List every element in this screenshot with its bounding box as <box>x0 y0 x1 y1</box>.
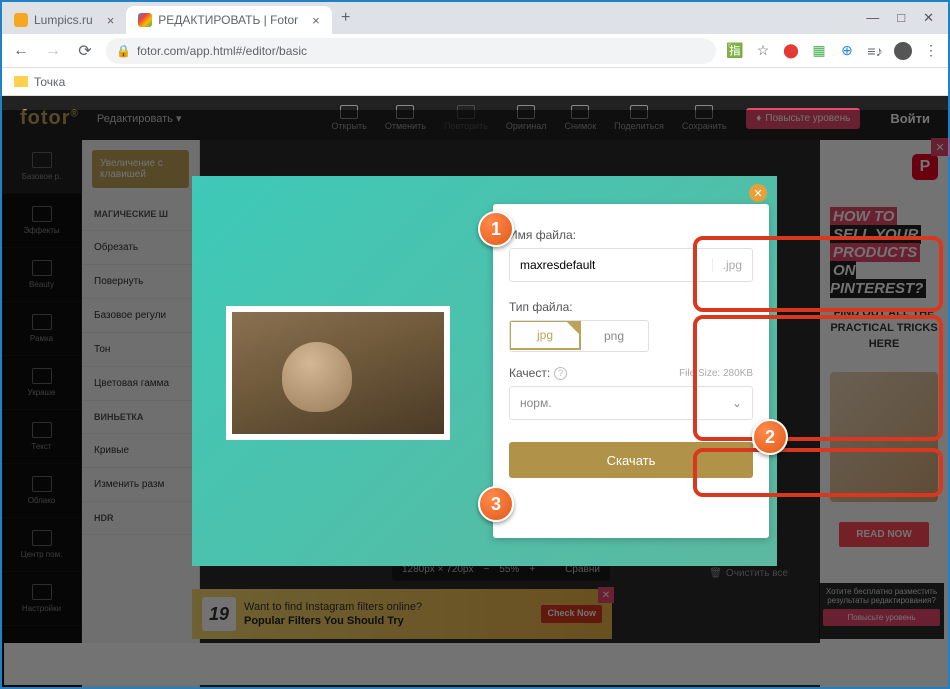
browser-titlebar: Lumpics.ru × РЕДАКТИРОВАТЬ | Fotor × + —… <box>2 2 948 34</box>
profile-avatar[interactable] <box>894 42 912 60</box>
image-preview <box>226 306 450 440</box>
translate-icon[interactable]: 🈯 <box>726 42 744 60</box>
bookmark-item[interactable]: Точка <box>34 75 65 89</box>
bookmark-star-icon[interactable]: ☆ <box>754 42 772 60</box>
extension-icon[interactable]: ⬤ <box>782 42 800 60</box>
file-size-label: File Size: 280KB <box>679 368 753 379</box>
export-panel: Имя файла: maxresdefault .jpg Тип файла:… <box>493 204 769 538</box>
filename-input[interactable]: maxresdefault .jpg <box>509 248 753 282</box>
window-close-icon[interactable]: ✕ <box>923 10 934 26</box>
extension-icon[interactable]: ⊕ <box>838 42 856 60</box>
quality-select[interactable]: норм. ⌄ <box>509 386 753 420</box>
filetype-png[interactable]: png <box>580 321 648 351</box>
filetype-jpg[interactable]: jpg <box>509 320 581 350</box>
modal-overlay: ✕ Имя файла: maxresdefault .jpg Тип файл… <box>2 110 948 687</box>
url-text: fotor.com/app.html#/editor/basic <box>137 44 307 58</box>
tab-title: Lumpics.ru <box>34 13 93 27</box>
nav-forward-icon: → <box>42 42 64 60</box>
tab-title: РЕДАКТИРОВАТЬ | Fotor <box>158 13 298 27</box>
filetype-label: Тип файла: <box>509 300 753 314</box>
filename-ext: .jpg <box>712 258 742 272</box>
chevron-down-icon: ⌄ <box>732 396 742 410</box>
tab-close-icon[interactable]: × <box>312 13 320 28</box>
window-minimize-icon[interactable]: — <box>866 10 879 26</box>
filename-label: Имя файла: <box>509 228 753 242</box>
help-icon[interactable]: ? <box>554 367 567 380</box>
filetype-toggle: jpg png <box>509 320 649 352</box>
tab-favicon <box>14 13 28 27</box>
dialog-close-icon[interactable]: ✕ <box>749 184 767 202</box>
bookmarks-bar: Точка <box>2 68 948 96</box>
window-maximize-icon[interactable]: □ <box>897 10 905 26</box>
export-dialog: ✕ Имя файла: maxresdefault .jpg Тип файл… <box>192 176 777 566</box>
playlist-icon[interactable]: ≡♪ <box>866 42 884 60</box>
extension-icon[interactable]: ▦ <box>810 42 828 60</box>
filename-value: maxresdefault <box>520 258 595 272</box>
menu-icon[interactable]: ⋮ <box>922 42 940 60</box>
folder-icon <box>14 76 28 87</box>
tab-close-icon[interactable]: × <box>107 13 115 28</box>
quality-value: норм. <box>520 396 552 410</box>
lock-icon: 🔒 <box>116 44 131 58</box>
browser-tab[interactable]: Lumpics.ru × <box>2 6 126 34</box>
nav-reload-icon[interactable]: ⟳ <box>74 41 96 61</box>
new-tab-button[interactable]: + <box>332 9 360 27</box>
url-input[interactable]: 🔒 fotor.com/app.html#/editor/basic <box>106 38 716 64</box>
tab-favicon <box>138 13 152 27</box>
quality-label: Качест: ? <box>509 366 567 380</box>
address-bar: ← → ⟳ 🔒 fotor.com/app.html#/editor/basic… <box>2 34 948 68</box>
nav-back-icon[interactable]: ← <box>10 42 32 60</box>
browser-tab-active[interactable]: РЕДАКТИРОВАТЬ | Fotor × <box>126 6 331 34</box>
download-button[interactable]: Скачать <box>509 442 753 478</box>
